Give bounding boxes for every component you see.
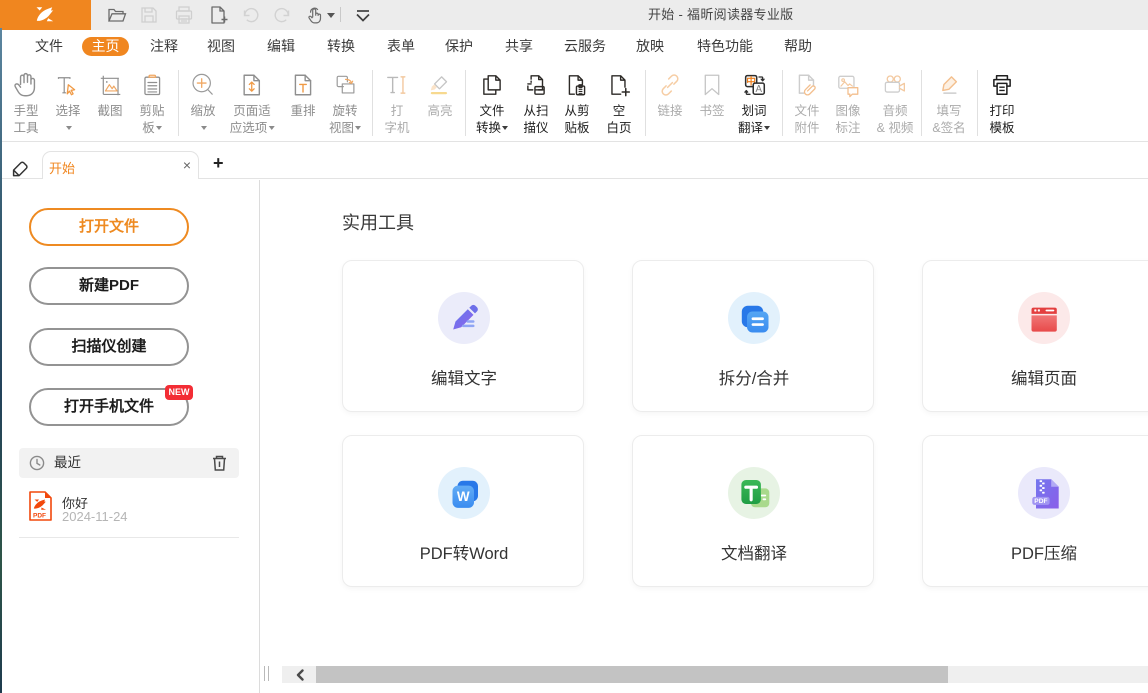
svg-text:PDF: PDF xyxy=(1034,498,1047,505)
svg-text:W: W xyxy=(457,489,470,504)
svg-text:A: A xyxy=(756,84,763,95)
svg-text:PDF: PDF xyxy=(33,513,46,520)
